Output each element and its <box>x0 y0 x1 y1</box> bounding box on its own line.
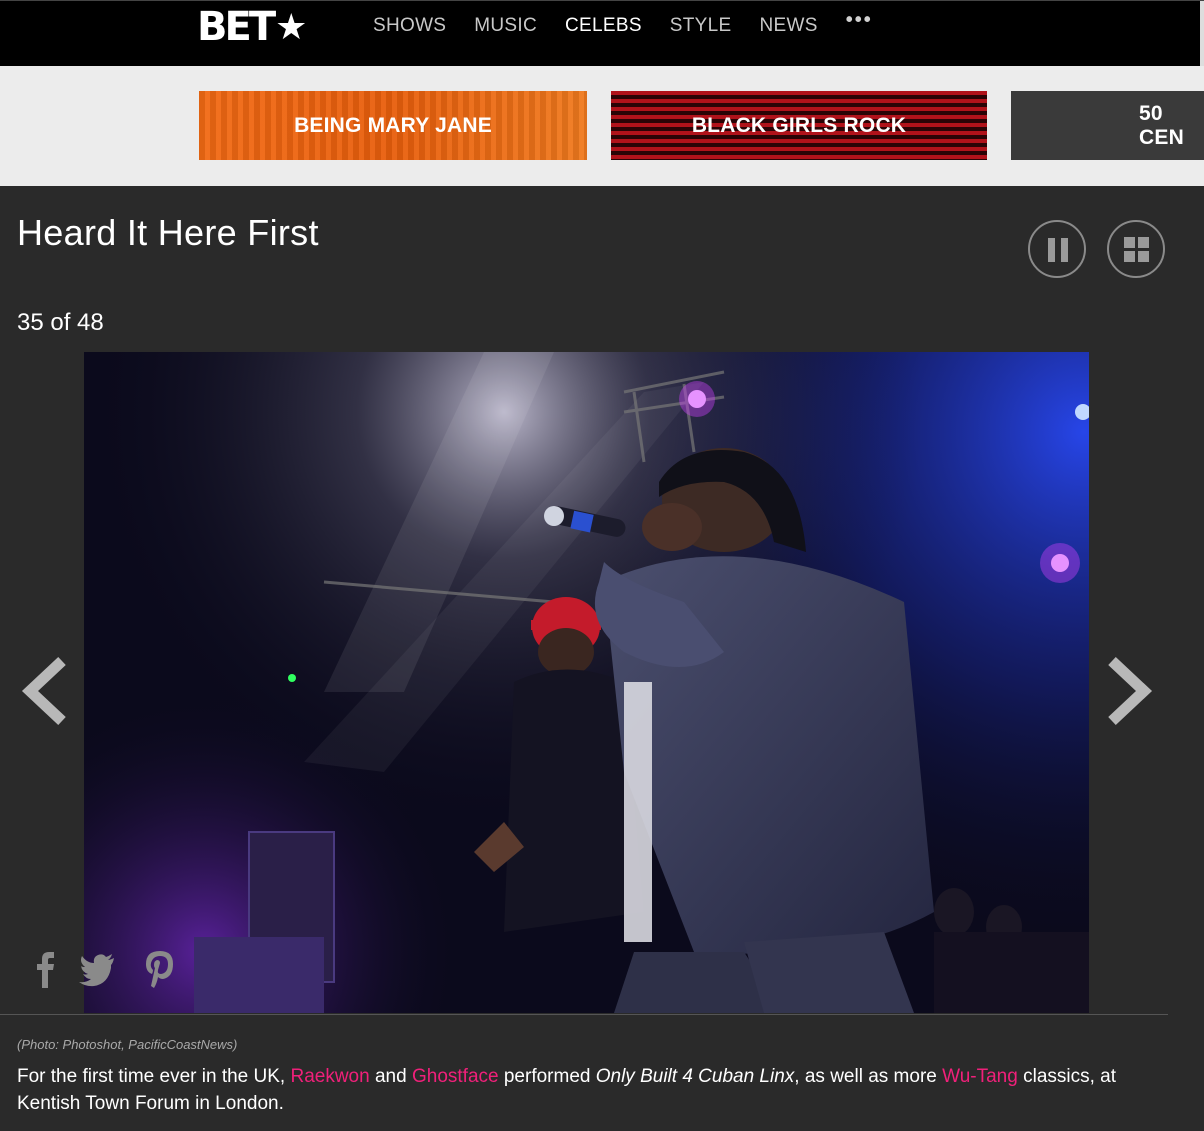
grid-icon-cell <box>1138 251 1149 262</box>
caption-text: and <box>369 1066 412 1087</box>
logo-text: BET <box>197 4 276 50</box>
link-ghostface[interactable]: Ghostface <box>412 1066 499 1087</box>
facebook-icon[interactable] <box>26 948 66 990</box>
nav-links: SHOWS MUSIC CELEBS STYLE NEWS ••• <box>373 9 901 37</box>
grid-icon-cell <box>1124 251 1135 262</box>
grid-view-button[interactable] <box>1107 220 1165 278</box>
promo-being-mary-jane[interactable]: BEING MARY JANE <box>199 91 587 160</box>
caption-divider <box>0 1014 1168 1015</box>
slide-counter: 35 of 48 <box>17 309 104 336</box>
grid-icon <box>1124 237 1135 248</box>
gallery-photo <box>84 352 1089 1013</box>
pause-icon <box>1048 238 1055 262</box>
pause-button[interactable] <box>1028 220 1086 278</box>
twitter-icon[interactable] <box>78 948 118 990</box>
nav-item-style[interactable]: STYLE <box>670 15 732 37</box>
pinterest-icon[interactable] <box>140 948 180 990</box>
promo-label: BEING MARY JANE <box>294 113 492 137</box>
album-title: Only Built 4 Cuban Linx <box>595 1066 795 1087</box>
link-raekwon[interactable]: Raekwon <box>290 1066 369 1087</box>
star-icon: ★ <box>275 6 308 48</box>
promo-label: 50 CEN <box>1139 101 1184 149</box>
photo-caption: For the first time ever in the UK, Raekw… <box>17 1063 1167 1117</box>
bet-logo[interactable]: BET ★ <box>197 4 308 50</box>
more-menu-icon[interactable]: ••• <box>846 9 873 37</box>
link-wu-tang[interactable]: Wu-Tang <box>942 1066 1018 1087</box>
promo-black-girls-rock[interactable]: BLACK GIRLS ROCK <box>611 91 987 160</box>
caption-text: For the first time ever in the UK, <box>17 1066 291 1087</box>
caption-text: , as well as more <box>794 1066 943 1087</box>
promo-label: BLACK GIRLS ROCK <box>691 113 907 137</box>
photo-credit: (Photo: Photoshot, PacificCoastNews) <box>17 1037 238 1052</box>
pause-icon-bar <box>1061 238 1068 262</box>
nav-item-music[interactable]: MUSIC <box>474 15 537 37</box>
nav-item-news[interactable]: NEWS <box>760 15 818 37</box>
next-arrow-icon[interactable] <box>1106 655 1154 727</box>
previous-arrow-icon[interactable] <box>20 655 68 727</box>
gallery-title: Heard It Here First <box>17 212 319 253</box>
promo-strip: BEING MARY JANE BLACK GIRLS ROCK 50 CEN <box>0 66 1204 186</box>
promo-50-cent[interactable]: 50 CEN <box>1011 91 1204 160</box>
grid-icon-cell <box>1138 237 1149 248</box>
caption-text: performed <box>498 1066 596 1087</box>
top-navigation: BET ★ SHOWS MUSIC CELEBS STYLE NEWS ••• <box>0 0 1204 67</box>
scrollbar[interactable] <box>1200 1 1204 67</box>
nav-item-shows[interactable]: SHOWS <box>373 15 446 37</box>
nav-item-celebs[interactable]: CELEBS <box>565 15 642 37</box>
